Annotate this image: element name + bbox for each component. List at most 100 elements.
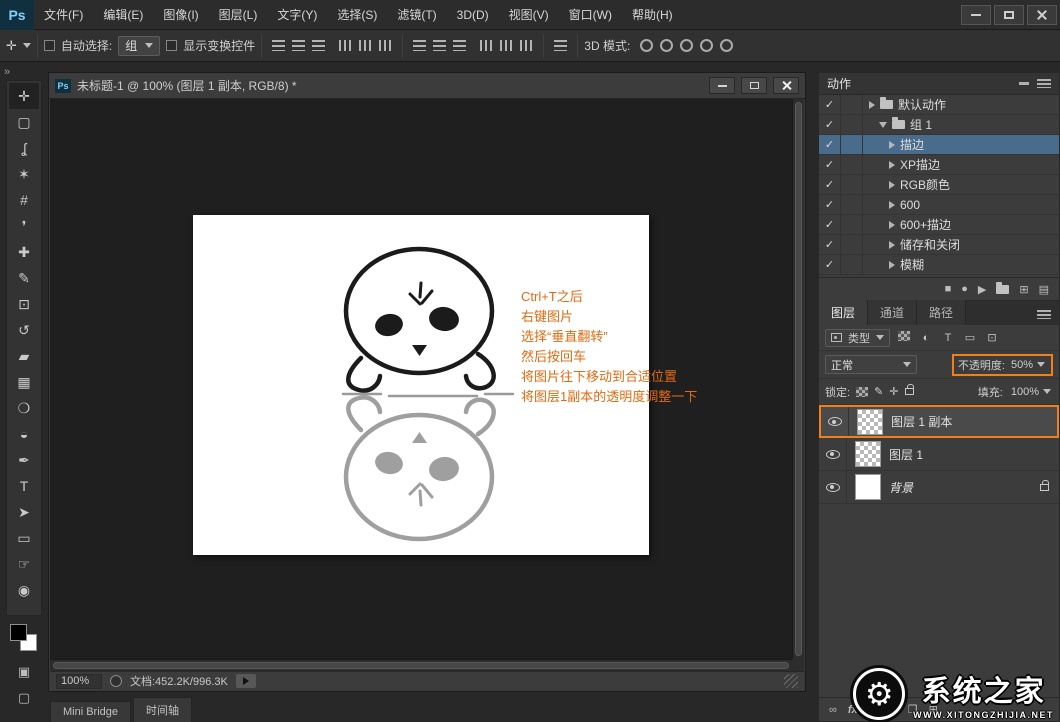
action-check[interactable]: ✓: [819, 115, 841, 134]
expand-arrow-icon[interactable]: [889, 221, 895, 229]
doc-maximize-button[interactable]: [741, 77, 767, 94]
layer-row[interactable]: 背景: [819, 471, 1059, 504]
app-close-button[interactable]: [1027, 5, 1057, 25]
align-right-icon[interactable]: [379, 40, 392, 51]
layer-thumbnail[interactable]: [857, 409, 883, 435]
align-left-icon[interactable]: [339, 40, 352, 51]
panel-menu-icon[interactable]: [1037, 79, 1051, 88]
opacity-value-field[interactable]: 50%: [1009, 359, 1047, 371]
action-row[interactable]: ✓ 模糊: [819, 255, 1059, 275]
action-dialog-toggle[interactable]: [841, 215, 863, 234]
doc-close-button[interactable]: [773, 77, 799, 94]
action-label[interactable]: 600: [900, 198, 920, 212]
visibility-toggle[interactable]: [821, 407, 849, 436]
3d-roll-icon[interactable]: [660, 39, 673, 52]
action-dialog-toggle[interactable]: [841, 155, 863, 174]
marquee-tool[interactable]: ▢: [9, 109, 39, 135]
tool-preset-caret-icon[interactable]: [23, 43, 31, 48]
quick-selection-tool[interactable]: ✶: [9, 161, 39, 187]
expand-arrow-icon[interactable]: [889, 201, 895, 209]
expand-arrow-icon[interactable]: [889, 141, 895, 149]
lock-pixels-icon[interactable]: ✎: [874, 385, 883, 398]
resize-grip[interactable]: [784, 674, 798, 688]
collapse-chevron-icon[interactable]: »: [4, 66, 10, 78]
menu-window[interactable]: 窗口(W): [559, 0, 622, 30]
lasso-tool[interactable]: ʆ: [9, 135, 39, 161]
action-dialog-toggle[interactable]: [841, 195, 863, 214]
lock-transparent-icon[interactable]: [856, 387, 868, 397]
action-label[interactable]: 模糊: [900, 256, 924, 273]
distribute-vcenter-icon[interactable]: [433, 40, 446, 51]
lock-all-icon[interactable]: [905, 388, 914, 395]
layer-row[interactable]: 图层 1: [819, 438, 1059, 471]
expand-arrow-icon[interactable]: [889, 181, 895, 189]
menu-layer[interactable]: 图层(L): [209, 0, 268, 30]
tab-paths[interactable]: 路径: [917, 300, 966, 325]
stop-icon[interactable]: ■: [945, 283, 952, 295]
menu-edit[interactable]: 编辑(E): [93, 0, 153, 30]
action-label[interactable]: XP描边: [900, 156, 940, 173]
layer-name[interactable]: 背景: [889, 479, 1040, 496]
layer-thumbnail[interactable]: [855, 441, 881, 467]
expand-arrow-icon[interactable]: [889, 241, 895, 249]
action-check[interactable]: ✓: [819, 195, 841, 214]
distribute-top-icon[interactable]: [413, 40, 426, 51]
blur-tool[interactable]: ❍: [9, 395, 39, 421]
action-row[interactable]: ✓ 600: [819, 195, 1059, 215]
action-label[interactable]: RGB颜色: [900, 176, 950, 193]
screen-mode-button[interactable]: ▢: [13, 688, 35, 708]
canvas-area[interactable]: Ctrl+T之后 右键图片 选择“垂直翻转” 然后按回车 将图片往下移动到合适位…: [50, 99, 804, 671]
tab-channels[interactable]: 通道: [868, 300, 917, 325]
auto-align-icon[interactable]: [554, 40, 567, 51]
horizontal-scrollbar-thumb[interactable]: [53, 662, 789, 669]
layer-row-selected[interactable]: 图层 1 副本: [819, 405, 1059, 438]
filter-type-dropdown[interactable]: 类型: [825, 329, 890, 347]
pen-tool[interactable]: ✒: [9, 447, 39, 473]
menu-type[interactable]: 文字(Y): [267, 0, 327, 30]
foreground-color-swatch[interactable]: [10, 624, 27, 641]
action-check[interactable]: ✓: [819, 175, 841, 194]
tab-layers[interactable]: 图层: [819, 300, 868, 325]
distribute-left-icon[interactable]: [480, 40, 493, 51]
distribute-bottom-icon[interactable]: [453, 40, 466, 51]
action-dialog-toggle[interactable]: [841, 135, 863, 154]
type-tool[interactable]: T: [9, 473, 39, 499]
action-dialog-toggle[interactable]: [841, 175, 863, 194]
action-check[interactable]: ✓: [819, 235, 841, 254]
action-row[interactable]: ✓ 储存和关闭: [819, 235, 1059, 255]
horizontal-scrollbar[interactable]: [50, 659, 792, 671]
auto-select-checkbox[interactable]: [44, 40, 55, 51]
3d-slide-icon[interactable]: [700, 39, 713, 52]
auto-select-dropdown[interactable]: 组: [118, 36, 160, 56]
action-check[interactable]: ✓: [819, 155, 841, 174]
blend-mode-dropdown[interactable]: 正常: [825, 355, 917, 374]
crop-tool[interactable]: #: [9, 187, 39, 213]
visibility-toggle[interactable]: [819, 471, 847, 503]
zoom-tool[interactable]: ◉: [9, 577, 39, 603]
collapse-arrow-icon[interactable]: [879, 122, 887, 128]
action-label[interactable]: 600+描边: [900, 216, 951, 233]
show-transform-checkbox[interactable]: [166, 40, 177, 51]
distribute-hcenter-icon[interactable]: [500, 40, 513, 51]
distribute-right-icon[interactable]: [520, 40, 533, 51]
action-row[interactable]: ✓ XP描边: [819, 155, 1059, 175]
action-dialog-toggle[interactable]: [841, 235, 863, 254]
action-dialog-toggle[interactable]: [841, 255, 863, 274]
expand-arrow-icon[interactable]: [889, 161, 895, 169]
align-bottom-icon[interactable]: [312, 40, 325, 51]
record-icon[interactable]: ●: [961, 283, 968, 295]
color-swatches[interactable]: [10, 624, 40, 654]
panel-menu-icon[interactable]: [1037, 310, 1051, 319]
doc-minimize-button[interactable]: [709, 77, 735, 94]
tab-timeline[interactable]: 时间轴: [133, 697, 192, 722]
menu-view[interactable]: 视图(V): [499, 0, 559, 30]
menu-file[interactable]: 文件(F): [34, 0, 93, 30]
zoom-level-field[interactable]: 100%: [56, 674, 102, 689]
action-dialog-toggle[interactable]: [841, 95, 863, 114]
action-row-selected[interactable]: ✓ 描边: [819, 135, 1059, 155]
history-brush-tool[interactable]: ↺: [9, 317, 39, 343]
action-label[interactable]: 描边: [900, 136, 924, 153]
quick-mask-button[interactable]: ▣: [13, 662, 35, 682]
filter-pixel-icon[interactable]: [898, 331, 910, 341]
hand-tool[interactable]: ☞: [9, 551, 39, 577]
